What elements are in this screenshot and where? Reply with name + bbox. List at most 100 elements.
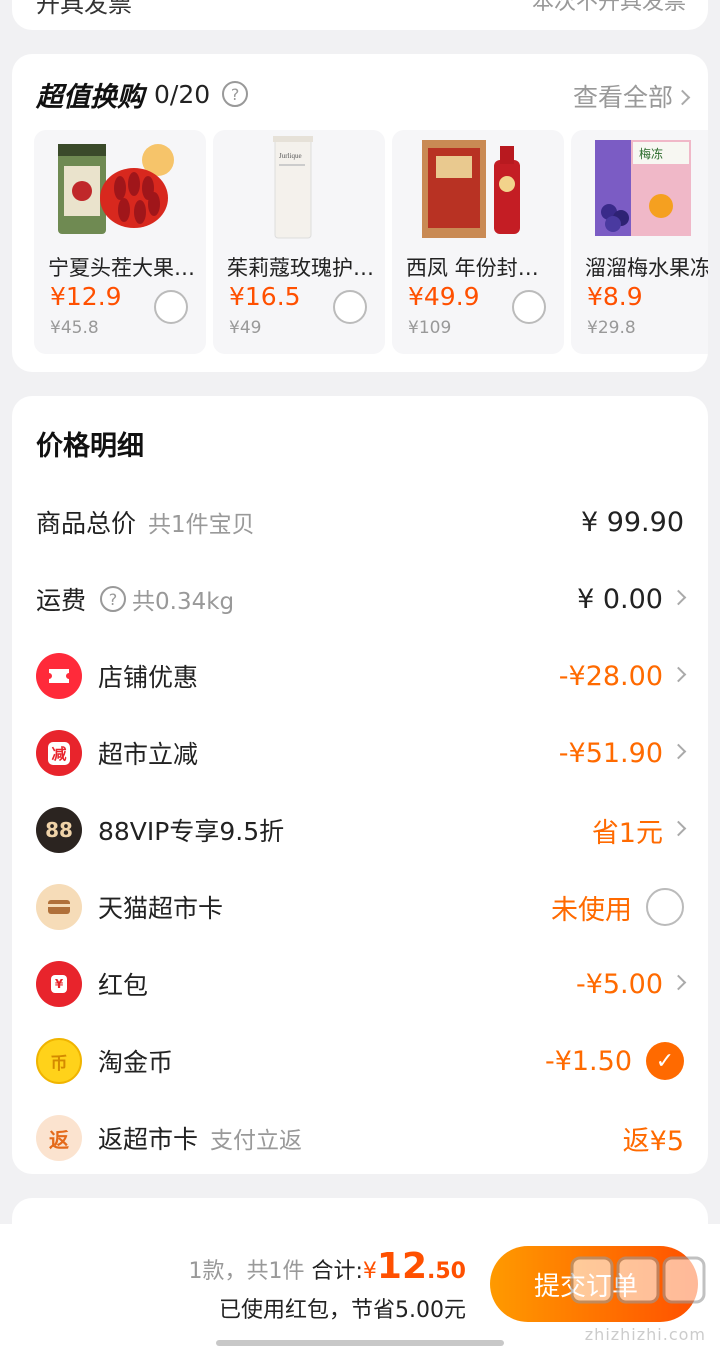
watermark-text: zhizhizhi.com xyxy=(584,1325,706,1344)
row-value: -¥1.50 ✓ xyxy=(545,1042,684,1080)
help-icon[interactable]: ? xyxy=(100,586,127,612)
value-text: 返¥5 xyxy=(622,1125,684,1157)
row-value: ¥ 99.90 xyxy=(581,507,684,538)
red-packet-icon: ¥ xyxy=(36,961,82,1007)
total-decimal: .50 xyxy=(427,1259,466,1284)
bottom-bar: 1款，共1件 合计:¥12.50 已使用红包，节省5.00元 提交订单 zhiz… xyxy=(0,1224,720,1350)
value-text: -¥1.50 xyxy=(544,1045,632,1077)
chevron-right-icon xyxy=(670,589,687,605)
total-integer: 12 xyxy=(376,1246,428,1287)
product-name: 溜溜梅水果冻 xyxy=(585,256,708,280)
ticket-icon xyxy=(36,653,82,699)
row-label: 商品总价 xyxy=(36,509,137,538)
product-name: 西凤 年份封藏酒 xyxy=(406,256,558,280)
row-label: 淘金币 xyxy=(98,1048,174,1077)
chevron-right-icon xyxy=(670,666,687,682)
product-original-price: ¥29.8 xyxy=(587,318,636,338)
swap-product-card[interactable]: 西凤 年份封藏酒 ¥49.9 ¥109 xyxy=(392,130,564,354)
swap-product-card[interactable]: Jurlique 茱莉蔻玫瑰护手霜 ¥16.5 ¥49 xyxy=(213,130,385,354)
value-text: ¥ 99.90 xyxy=(580,506,684,538)
swap-product-card[interactable]: 宁夏头茬大果枸杞 ¥12.9 ¥45.8 xyxy=(34,130,206,354)
home-indicator[interactable] xyxy=(216,1340,504,1346)
jelly-pack-image: 梅冻 xyxy=(595,140,691,236)
row-value: -¥51.90 xyxy=(558,737,687,769)
swap-product-card[interactable]: 梅冻 溜溜梅水果冻 ¥8.9 ¥29.8 xyxy=(571,130,708,354)
rebate-row: 返 返超市卡 支付立返 返¥5 xyxy=(36,1110,684,1166)
row-label: 红包 xyxy=(98,971,149,1000)
product-price: ¥16.5 xyxy=(229,282,301,311)
help-icon[interactable]: ? xyxy=(222,81,249,107)
select-radio[interactable] xyxy=(512,290,546,324)
select-radio[interactable] xyxy=(333,290,367,324)
view-all-label: 查看全部 xyxy=(572,83,673,112)
value-text: -¥51.90 xyxy=(558,737,663,769)
goji-jar-image xyxy=(58,144,174,234)
product-name: 宁夏头茬大果枸杞 xyxy=(48,256,200,280)
saving-text: 已使用红包，节省5.00元 xyxy=(219,1298,466,1323)
row-value: ¥ 0.00 xyxy=(577,583,687,615)
chevron-right-icon xyxy=(670,743,687,759)
product-price: ¥49.9 xyxy=(408,282,480,311)
value-text: -¥28.00 xyxy=(558,660,663,692)
icon-glyph: ¥ xyxy=(50,975,68,993)
swap-card: 超值换购 0/20 ? 查看全部 宁夏头茬大果枸杞 ¥12.9 ¥45.8 Ju… xyxy=(12,54,708,372)
value-text: 省1元 xyxy=(591,817,663,849)
liquor-box-image xyxy=(422,140,520,238)
total-currency: ¥ xyxy=(362,1259,377,1284)
chevron-right-icon xyxy=(674,89,691,105)
price-detail-title: 价格明细 xyxy=(36,431,144,462)
invoice-card[interactable]: 开具发票 本次不开具发票 xyxy=(12,0,708,30)
svg-text:Jurlique: Jurlique xyxy=(279,152,302,160)
chevron-right-icon xyxy=(670,974,687,990)
value-text: ¥ 0.00 xyxy=(577,583,663,615)
vip-discount-row[interactable]: 88 88VIP专享9.5折 省1元 xyxy=(36,802,687,858)
rebate-icon: 返 xyxy=(36,1115,82,1161)
row-sub: 支付立返 xyxy=(210,1128,303,1154)
product-original-price: ¥49 xyxy=(229,318,262,338)
discount-icon: 减 xyxy=(36,730,82,776)
row-label: 返超市卡 xyxy=(98,1125,199,1154)
product-price: ¥8.9 xyxy=(587,282,643,311)
shipping-row[interactable]: 运费 ? 共0.34kg ¥ 0.00 xyxy=(36,571,687,627)
swap-count: 0/20 xyxy=(154,79,211,109)
price-detail-card: 价格明细 商品总价 共1件宝贝 ¥ 99.90 运费 ? 共0.34kg ¥ 0… xyxy=(12,396,708,1174)
swap-header: 超值换购 0/20 ? 查看全部 xyxy=(36,74,691,114)
row-sub: 共1件宝贝 xyxy=(148,512,255,538)
row-value: 返¥5 xyxy=(623,1119,684,1158)
gold-coin-row[interactable]: 币 淘金币 -¥1.50 ✓ xyxy=(36,1033,684,1089)
checked-icon[interactable]: ✓ xyxy=(646,1042,684,1080)
svg-text:梅冻: 梅冻 xyxy=(639,146,663,161)
gold-coin-icon: 币 xyxy=(36,1038,82,1084)
select-radio[interactable] xyxy=(154,290,188,324)
row-label: 运费 xyxy=(36,586,87,615)
invoice-label: 开具发票 xyxy=(36,0,132,18)
row-label: 88VIP专享9.5折 xyxy=(98,817,285,846)
total-label: 合计: xyxy=(311,1259,363,1284)
value-text: -¥5.00 xyxy=(575,968,663,1000)
red-packet-row[interactable]: ¥ 红包 -¥5.00 xyxy=(36,956,687,1012)
product-price: ¥12.9 xyxy=(50,282,122,311)
invoice-value: 本次不开具发票 xyxy=(531,0,686,15)
swap-title: 超值换购 xyxy=(36,81,144,113)
store-discount-row[interactable]: 店铺优惠 -¥28.00 xyxy=(36,648,687,704)
row-value: -¥28.00 xyxy=(558,660,687,692)
row-label: 天猫超市卡 xyxy=(98,894,224,923)
watermark-logo xyxy=(570,1256,706,1304)
row-value: 省1元 xyxy=(591,811,687,850)
product-name: 茱莉蔻玫瑰护手霜 xyxy=(227,256,379,280)
swap-product-list[interactable]: 宁夏头茬大果枸杞 ¥12.9 ¥45.8 Jurlique 茱莉蔻玫瑰护手霜 ¥… xyxy=(34,130,708,354)
goods-total-row: 商品总价 共1件宝贝 ¥ 99.90 xyxy=(36,494,684,550)
supermarket-card-row[interactable]: 天猫超市卡 未使用 xyxy=(36,879,684,935)
item-count: 1款，共1件 xyxy=(188,1259,305,1284)
row-value: -¥5.00 xyxy=(575,968,687,1000)
product-original-price: ¥109 xyxy=(408,318,452,338)
hand-cream-tube-image: Jurlique xyxy=(273,136,313,239)
row-value: 未使用 xyxy=(551,888,684,927)
row-sub: 共0.34kg xyxy=(132,589,235,615)
total-summary: 1款，共1件 合计:¥12.50 xyxy=(188,1246,466,1287)
view-all-link[interactable]: 查看全部 xyxy=(572,78,691,114)
value-text: 未使用 xyxy=(551,894,632,926)
supermarket-discount-row[interactable]: 减 超市立减 -¥51.90 xyxy=(36,725,687,781)
card-toggle-radio[interactable] xyxy=(646,888,684,926)
product-original-price: ¥45.8 xyxy=(50,318,99,338)
